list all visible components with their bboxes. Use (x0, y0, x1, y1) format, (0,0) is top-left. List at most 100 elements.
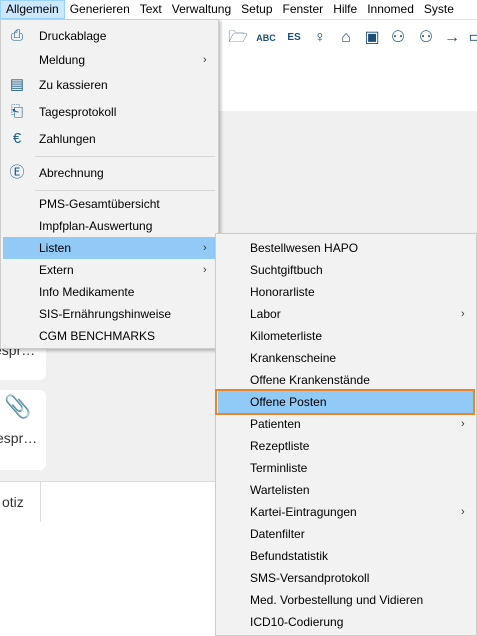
menu-item-label: Labor (250, 307, 281, 321)
menu-item-zahlungen[interactable]: € Zahlungen (3, 128, 216, 150)
card-attachment[interactable]: 📎 espr… (0, 390, 46, 470)
chevron-right-icon: › (461, 418, 465, 430)
menu-innomed[interactable]: Innomed (362, 0, 419, 19)
menu-system[interactable]: Syste (419, 0, 459, 19)
submenu-item-terminliste[interactable]: Terminliste (218, 457, 474, 479)
menu-item-info-medikamente[interactable]: Info Medikamente (3, 281, 216, 303)
chevron-right-icon: › (203, 54, 207, 66)
submenu-item-rezeptliste[interactable]: Rezeptliste (218, 435, 474, 457)
menu-item-tagesprotokoll[interactable]: ⎗ Tagesprotokoll (3, 101, 216, 123)
menu-text[interactable]: Text (135, 0, 167, 19)
menu-item-label: Listen (39, 241, 72, 255)
menu-item-zu-kassieren[interactable]: ▤ Zu kassieren (3, 74, 216, 96)
menu-setup[interactable]: Setup (236, 0, 277, 19)
menu-fenster[interactable]: Fenster (278, 0, 329, 19)
menu-item-label: CGM BENCHMARKS (39, 329, 156, 343)
cash-register-icon: ▤ (9, 76, 25, 93)
id-card-icon[interactable]: ▣ (362, 27, 382, 49)
euro-circle-icon: Ⓔ (9, 164, 25, 181)
clipboard-icon[interactable]: ▭ (466, 27, 477, 49)
menu-item-label: Abrechnung (39, 166, 104, 180)
menu-item-cgm-benchmarks[interactable]: CGM BENCHMARKS (3, 325, 216, 347)
notiz-tab[interactable]: otiz (0, 482, 41, 522)
menu-item-label: SIS-Ernährungshinweise (39, 307, 172, 321)
submenu-item-labor[interactable]: Labor › (218, 303, 474, 325)
menu-item-extern[interactable]: Extern › (3, 259, 216, 281)
menu-item-label: SMS-Versandprotokoll (250, 571, 370, 585)
menu-separator (35, 156, 215, 157)
menu-item-label: Befundstatistik (250, 549, 329, 563)
menu-item-label: Extern (39, 263, 74, 277)
menu-separator (35, 190, 215, 191)
menu-item-label: Meldung (39, 53, 86, 67)
menu-item-impfplan-auswertung[interactable]: Impfplan-Auswertung (3, 215, 216, 237)
person-add-icon[interactable]: ⚇ (416, 27, 436, 49)
submenu-item-offene-krankenstaende[interactable]: Offene Krankenstände (218, 369, 474, 391)
submenu-item-icd10-codierung[interactable]: ICD10-Codierung (218, 611, 474, 633)
submenu-item-wartelisten[interactable]: Wartelisten (218, 479, 474, 501)
chevron-right-icon: › (461, 308, 465, 320)
euro-list-icon: € (12, 130, 22, 147)
menu-item-label: Suchtgiftbuch (250, 263, 323, 277)
menu-item-label: Zahlungen (39, 132, 96, 146)
menu-item-label: Offene Krankenstände (250, 373, 370, 387)
menu-item-meldung[interactable]: Meldung › (3, 49, 216, 71)
menu-item-label: Patienten (250, 417, 301, 431)
menu-item-label: PMS-Gesamtübersicht (39, 197, 160, 211)
menu-item-druckablage[interactable]: ⎙ Druckablage (3, 25, 216, 47)
menu-item-label: Zu kassieren (39, 78, 108, 92)
submenu-item-med-vorbestellung[interactable]: Med. Vorbestellung und Vidieren (218, 589, 474, 611)
submenu-item-befundstatistik[interactable]: Befundstatistik (218, 545, 474, 567)
card-label: espr… (0, 430, 38, 446)
menu-hilfe[interactable]: Hilfe (328, 0, 362, 19)
menu-item-label: Terminliste (250, 461, 308, 475)
menu-item-label: Bestellwesen HAPO (250, 241, 359, 255)
submenu-item-patienten[interactable]: Patienten › (218, 413, 474, 435)
es-document-icon[interactable]: ES (284, 27, 304, 49)
menu-item-abrechnung[interactable]: Ⓔ Abrechnung (3, 162, 216, 184)
document-icon: ⎗ (10, 103, 23, 120)
submenu-item-honorarliste[interactable]: Honorarliste (218, 281, 474, 303)
menu-item-label: Rezeptliste (250, 439, 310, 453)
menu-item-label: Tagesprotokoll (39, 105, 117, 119)
submenu-item-kilometerliste[interactable]: Kilometerliste (218, 325, 474, 347)
menu-item-listen[interactable]: Listen › (3, 237, 216, 259)
menu-bar: Allgemein Generieren Text Verwaltung Set… (0, 0, 477, 20)
menu-item-label: Wartelisten (250, 483, 310, 497)
menu-item-label: Krankenscheine (250, 351, 337, 365)
menu-allgemein[interactable]: Allgemein (0, 0, 65, 19)
menu-item-label: Impfplan-Auswertung (39, 219, 153, 233)
focus-outline (215, 389, 475, 415)
chevron-right-icon: › (461, 506, 465, 518)
submenu-item-kartei-eintragungen[interactable]: Kartei-Eintragungen › (218, 501, 474, 523)
person-key-icon[interactable]: ♀ (310, 27, 330, 49)
paperclip-icon: 📎 (4, 394, 32, 419)
menu-item-sis-ernaehrungshinweise[interactable]: SIS-Ernährungshinweise (3, 303, 216, 325)
menu-generieren[interactable]: Generieren (65, 0, 135, 19)
submenu-item-suchtgiftbuch[interactable]: Suchtgiftbuch (218, 259, 474, 281)
printer-icon: ⎙ (10, 27, 23, 44)
menu-item-label: Med. Vorbestellung und Vidieren (250, 593, 424, 607)
submenu-item-krankenscheine[interactable]: Krankenscheine (218, 347, 474, 369)
menu-item-label: Kilometerliste (250, 329, 323, 343)
chevron-right-icon: › (203, 242, 207, 254)
menu-item-label: Kartei-Eintragungen (250, 505, 357, 519)
notiz-label: otiz (2, 494, 24, 510)
chevron-right-icon: › (203, 264, 207, 276)
submenu-item-datenfilter[interactable]: Datenfilter (218, 523, 474, 545)
listen-submenu: Bestellwesen HAPO Suchtgiftbuch Honorarl… (215, 233, 477, 636)
menu-verwaltung[interactable]: Verwaltung (167, 0, 236, 19)
submenu-item-bestellwesen-hapo[interactable]: Bestellwesen HAPO (218, 237, 474, 259)
menu-item-label: ICD10-Codierung (250, 615, 344, 629)
menu-item-label: Honorarliste (250, 285, 315, 299)
person-arrow-icon[interactable]: → (442, 27, 462, 49)
allgemein-dropdown: ⎙ Druckablage Meldung › ▤ Zu kassieren ⎗… (0, 19, 219, 349)
menu-item-label: Info Medikamente (39, 285, 135, 299)
house-person-icon[interactable]: ⌂ (336, 27, 356, 49)
submenu-item-sms-versandprotokoll[interactable]: SMS-Versandprotokoll (218, 567, 474, 589)
menu-item-label: Druckablage (39, 29, 107, 43)
menu-item-pms-gesamtuebersicht[interactable]: PMS-Gesamtübersicht (3, 193, 216, 215)
person-arrows-icon[interactable]: ⚇ (388, 27, 408, 49)
folder-c-icon[interactable]: 🗁 (228, 27, 248, 49)
abc-document-icon[interactable]: ABC (256, 27, 276, 49)
